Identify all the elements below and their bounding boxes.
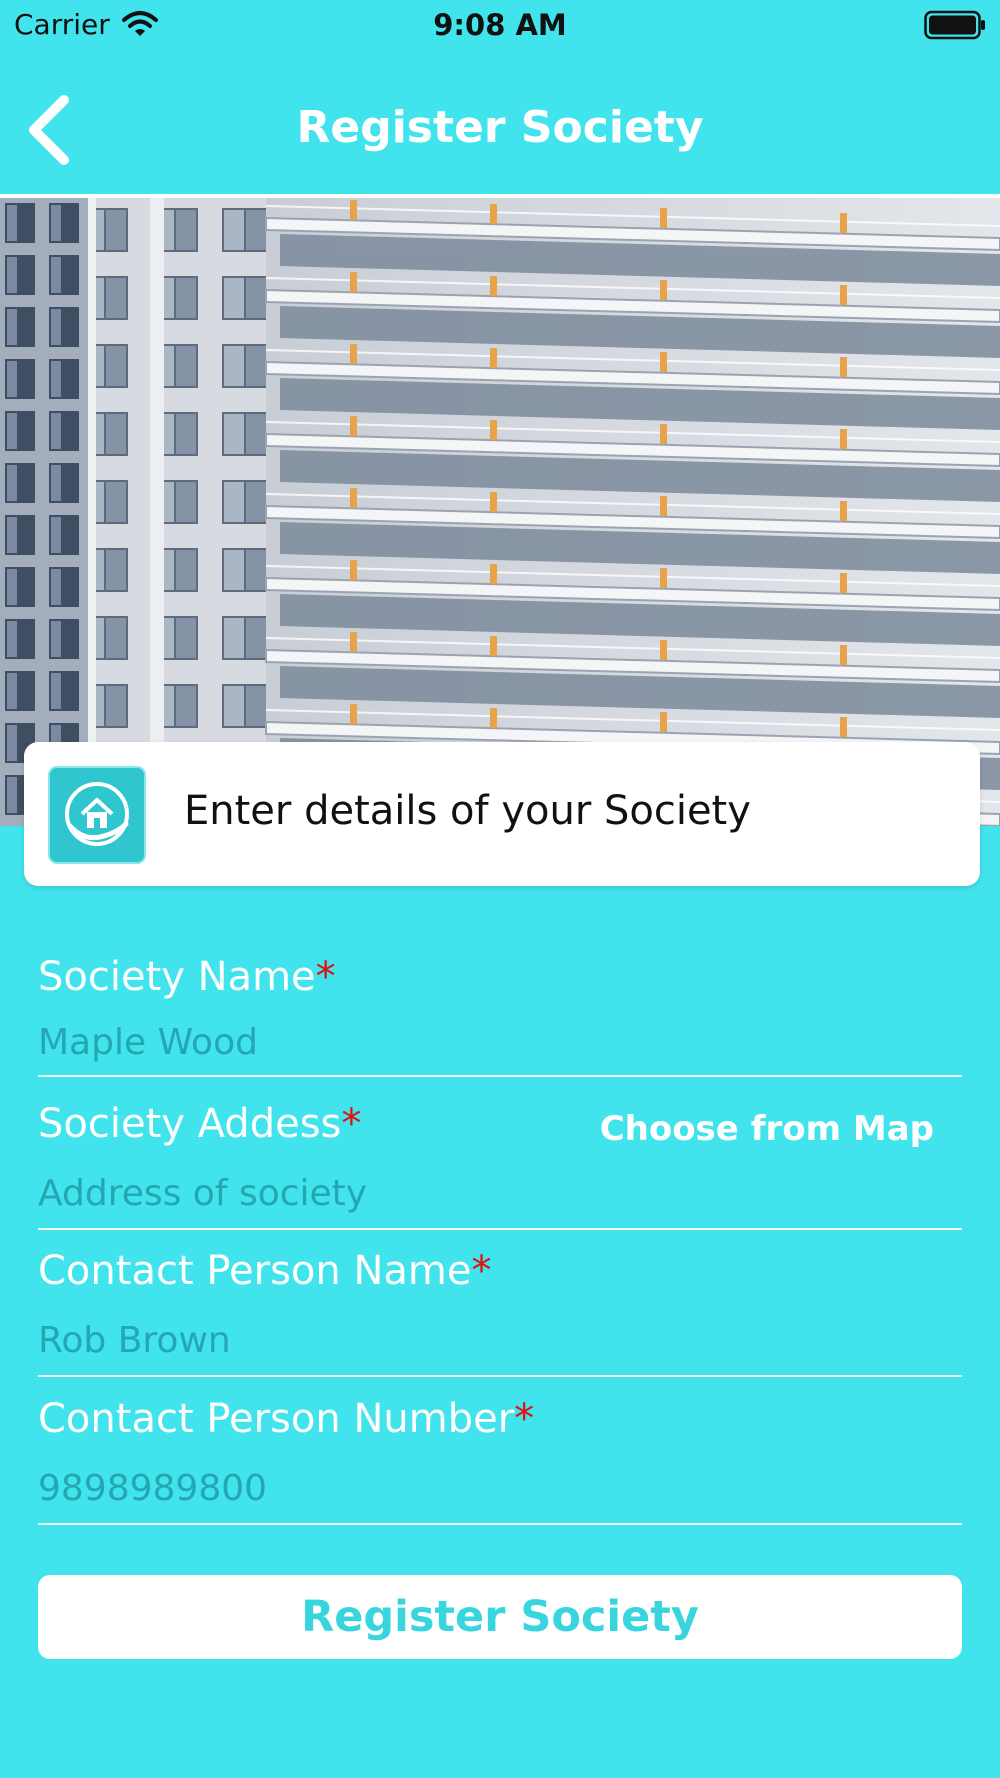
contact-person-name-field: Contact Person Name* — [38, 1248, 962, 1378]
contact-person-name-input[interactable] — [38, 1314, 962, 1366]
society-name-field: Society Name* — [38, 954, 962, 1078]
society-address-label: Society Addess* — [38, 1101, 361, 1147]
society-home-hand-icon — [48, 766, 146, 864]
contact-person-number-label: Contact Person Number* — [38, 1396, 534, 1442]
required-mark: * — [341, 1101, 362, 1147]
society-address-label-text: Society Addess — [38, 1101, 342, 1147]
page-title: Register Society — [296, 102, 704, 153]
society-name-label-text: Society Name — [38, 954, 316, 1000]
society-name-input[interactable] — [38, 1016, 962, 1068]
contact-person-number-input[interactable] — [38, 1462, 962, 1514]
status-time: 9:08 AM — [433, 8, 567, 42]
required-mark: * — [471, 1248, 492, 1294]
battery-icon — [924, 10, 985, 40]
card-heading: Enter details of your Society — [184, 788, 751, 834]
required-mark: * — [514, 1396, 535, 1442]
contact-person-name-label-text: Contact Person Name — [38, 1248, 472, 1294]
field-underline — [38, 1228, 962, 1230]
society-address-input[interactable] — [38, 1167, 962, 1219]
building-illustration — [0, 198, 1000, 826]
hero-building-image — [0, 198, 1000, 826]
society-name-label: Society Name* — [38, 954, 336, 1000]
field-underline — [38, 1375, 962, 1377]
contact-person-number-label-text: Contact Person Number — [38, 1396, 515, 1442]
contact-person-name-label: Contact Person Name* — [38, 1248, 491, 1294]
field-underline — [38, 1523, 962, 1525]
contact-person-number-field: Contact Person Number* — [38, 1396, 962, 1526]
status-bar: Carrier 9:08 AM — [0, 0, 1000, 50]
choose-from-map-link[interactable]: Choose from Map — [600, 1109, 934, 1149]
nav-bar: Register Society — [0, 50, 1000, 192]
society-address-field: Society Addess* Choose from Map — [38, 1101, 962, 1231]
society-info-card: Enter details of your Society — [24, 742, 980, 886]
register-society-button[interactable]: Register Society — [38, 1575, 962, 1659]
required-mark: * — [315, 954, 336, 1000]
field-underline — [38, 1075, 962, 1077]
